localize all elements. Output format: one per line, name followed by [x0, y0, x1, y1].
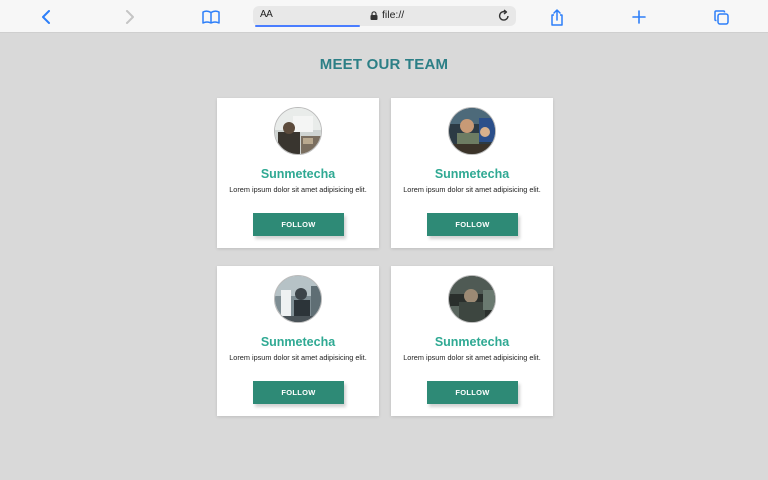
forward-icon[interactable] [118, 6, 140, 28]
member-description: Lorem ipsum dolor sit amet adipisicing e… [229, 353, 367, 362]
text-size-button[interactable]: AA [260, 9, 273, 20]
new-tab-icon[interactable] [628, 6, 650, 28]
url-display[interactable]: file:// [370, 9, 404, 21]
team-card: Sunmetecha Lorem ipsum dolor sit amet ad… [391, 98, 553, 248]
share-icon[interactable] [546, 6, 568, 28]
reload-icon[interactable] [498, 9, 510, 27]
lock-icon [370, 10, 378, 20]
member-name: Sunmetecha [260, 167, 336, 181]
avatar [448, 275, 496, 323]
page-load-progress [255, 25, 360, 27]
avatar [274, 107, 322, 155]
follow-button[interactable]: FOLLOW [427, 381, 518, 404]
url-text: file:// [382, 9, 405, 21]
team-card: Sunmetecha Lorem ipsum dolor sit amet ad… [217, 266, 379, 416]
avatar [274, 275, 322, 323]
member-description: Lorem ipsum dolor sit amet adipisicing e… [403, 353, 541, 362]
team-card: Sunmetecha Lorem ipsum dolor sit amet ad… [217, 98, 379, 248]
member-name: Sunmetecha [434, 167, 510, 181]
address-bar[interactable]: AA file:// [253, 6, 516, 27]
follow-button[interactable]: FOLLOW [253, 381, 344, 404]
browser-toolbar: AA file:// [0, 0, 768, 33]
tabs-icon[interactable] [710, 6, 732, 28]
follow-button[interactable]: FOLLOW [253, 213, 344, 236]
member-name: Sunmetecha [260, 335, 336, 349]
member-description: Lorem ipsum dolor sit amet adipisicing e… [229, 185, 367, 194]
page-title: MEET OUR TEAM [319, 56, 449, 73]
member-name: Sunmetecha [434, 335, 510, 349]
back-icon[interactable] [36, 6, 58, 28]
avatar [448, 107, 496, 155]
team-card: Sunmetecha Lorem ipsum dolor sit amet ad… [391, 266, 553, 416]
bookmarks-icon[interactable] [200, 6, 222, 28]
follow-button[interactable]: FOLLOW [427, 213, 518, 236]
member-description: Lorem ipsum dolor sit amet adipisicing e… [403, 185, 541, 194]
